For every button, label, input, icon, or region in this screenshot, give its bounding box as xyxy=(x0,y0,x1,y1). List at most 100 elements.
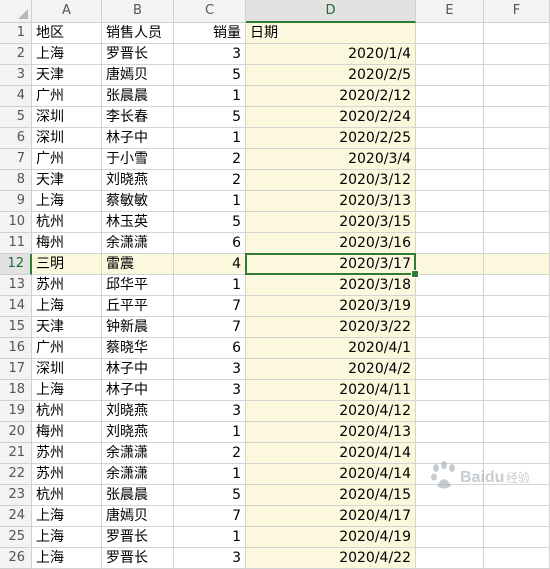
cell-a3[interactable]: 天津 xyxy=(32,65,102,86)
column-header-a[interactable]: A xyxy=(32,0,102,23)
cell-f12[interactable] xyxy=(484,254,550,275)
cell-d22[interactable]: 2020/4/14 xyxy=(246,464,416,485)
cell-f20[interactable] xyxy=(484,422,550,443)
cell-b12[interactable]: 雷震 xyxy=(102,254,174,275)
cell-d6[interactable]: 2020/2/25 xyxy=(246,128,416,149)
row-header[interactable]: 2 xyxy=(0,44,32,65)
row-header[interactable]: 15 xyxy=(0,317,32,338)
row-header[interactable]: 13 xyxy=(0,275,32,296)
row-header[interactable]: 3 xyxy=(0,65,32,86)
cell-c25[interactable]: 1 xyxy=(174,527,246,548)
cell-b6[interactable]: 林子中 xyxy=(102,128,174,149)
column-header-e[interactable]: E xyxy=(416,0,484,23)
cell-b1[interactable]: 销售人员 xyxy=(102,23,174,44)
cell-d4[interactable]: 2020/2/12 xyxy=(246,86,416,107)
row-header[interactable]: 21 xyxy=(0,443,32,464)
row-header[interactable]: 11 xyxy=(0,233,32,254)
cell-f17[interactable] xyxy=(484,359,550,380)
cell-b23[interactable]: 张晨晨 xyxy=(102,485,174,506)
fill-handle[interactable] xyxy=(411,270,419,278)
cell-f26[interactable] xyxy=(484,548,550,569)
cell-c23[interactable]: 5 xyxy=(174,485,246,506)
row-header[interactable]: 14 xyxy=(0,296,32,317)
cell-f13[interactable] xyxy=(484,275,550,296)
cell-d1[interactable]: 日期 xyxy=(246,23,416,44)
cell-b11[interactable]: 余潇潇 xyxy=(102,233,174,254)
cell-a23[interactable]: 杭州 xyxy=(32,485,102,506)
cell-b4[interactable]: 张晨晨 xyxy=(102,86,174,107)
cell-e6[interactable] xyxy=(416,128,484,149)
cell-c11[interactable]: 6 xyxy=(174,233,246,254)
cell-f18[interactable] xyxy=(484,380,550,401)
cell-b24[interactable]: 唐嫣贝 xyxy=(102,506,174,527)
cell-d17[interactable]: 2020/4/2 xyxy=(246,359,416,380)
cell-a18[interactable]: 上海 xyxy=(32,380,102,401)
cell-a1[interactable]: 地区 xyxy=(32,23,102,44)
cell-b3[interactable]: 唐嫣贝 xyxy=(102,65,174,86)
cell-e12[interactable] xyxy=(416,254,484,275)
cell-d16[interactable]: 2020/4/1 xyxy=(246,338,416,359)
cell-b16[interactable]: 蔡晓华 xyxy=(102,338,174,359)
cell-f10[interactable] xyxy=(484,212,550,233)
cell-b13[interactable]: 邱华平 xyxy=(102,275,174,296)
cell-f3[interactable] xyxy=(484,65,550,86)
cell-e18[interactable] xyxy=(416,380,484,401)
cell-c21[interactable]: 2 xyxy=(174,443,246,464)
cell-e5[interactable] xyxy=(416,107,484,128)
row-header[interactable]: 20 xyxy=(0,422,32,443)
cell-f11[interactable] xyxy=(484,233,550,254)
cell-d25[interactable]: 2020/4/19 xyxy=(246,527,416,548)
cell-e13[interactable] xyxy=(416,275,484,296)
cell-a19[interactable]: 杭州 xyxy=(32,401,102,422)
cell-d15[interactable]: 2020/3/22 xyxy=(246,317,416,338)
cell-c22[interactable]: 1 xyxy=(174,464,246,485)
cell-e10[interactable] xyxy=(416,212,484,233)
cell-b17[interactable]: 林子中 xyxy=(102,359,174,380)
cell-c3[interactable]: 5 xyxy=(174,65,246,86)
cell-c7[interactable]: 2 xyxy=(174,149,246,170)
cell-c1[interactable]: 销量 xyxy=(174,23,246,44)
cell-f24[interactable] xyxy=(484,506,550,527)
cell-a14[interactable]: 上海 xyxy=(32,296,102,317)
cell-e11[interactable] xyxy=(416,233,484,254)
cell-d20[interactable]: 2020/4/13 xyxy=(246,422,416,443)
cell-c12[interactable]: 4 xyxy=(174,254,246,275)
cell-d9[interactable]: 2020/3/13 xyxy=(246,191,416,212)
row-header[interactable]: 17 xyxy=(0,359,32,380)
cell-a24[interactable]: 上海 xyxy=(32,506,102,527)
row-header[interactable]: 7 xyxy=(0,149,32,170)
cell-b15[interactable]: 钟新晨 xyxy=(102,317,174,338)
cell-b2[interactable]: 罗晋长 xyxy=(102,44,174,65)
row-header[interactable]: 9 xyxy=(0,191,32,212)
row-header[interactable]: 4 xyxy=(0,86,32,107)
row-header[interactable]: 5 xyxy=(0,107,32,128)
cell-e4[interactable] xyxy=(416,86,484,107)
cell-f7[interactable] xyxy=(484,149,550,170)
cell-c4[interactable]: 1 xyxy=(174,86,246,107)
column-header-d[interactable]: D xyxy=(246,0,416,23)
cell-c18[interactable]: 3 xyxy=(174,380,246,401)
cell-a13[interactable]: 苏州 xyxy=(32,275,102,296)
cell-d19[interactable]: 2020/4/12 xyxy=(246,401,416,422)
cell-d12[interactable]: 2020/3/17 xyxy=(246,254,416,275)
cell-a20[interactable]: 梅州 xyxy=(32,422,102,443)
row-header[interactable]: 1 xyxy=(0,23,32,44)
cell-b8[interactable]: 刘晓燕 xyxy=(102,170,174,191)
cell-c10[interactable]: 5 xyxy=(174,212,246,233)
cell-f6[interactable] xyxy=(484,128,550,149)
cell-a5[interactable]: 深圳 xyxy=(32,107,102,128)
cell-e9[interactable] xyxy=(416,191,484,212)
row-header[interactable]: 26 xyxy=(0,548,32,569)
row-header[interactable]: 23 xyxy=(0,485,32,506)
cell-b20[interactable]: 刘晓燕 xyxy=(102,422,174,443)
cell-f4[interactable] xyxy=(484,86,550,107)
cell-e24[interactable] xyxy=(416,506,484,527)
cell-a6[interactable]: 深圳 xyxy=(32,128,102,149)
cell-d24[interactable]: 2020/4/17 xyxy=(246,506,416,527)
cell-c13[interactable]: 1 xyxy=(174,275,246,296)
row-header[interactable]: 18 xyxy=(0,380,32,401)
cell-a26[interactable]: 上海 xyxy=(32,548,102,569)
cell-b25[interactable]: 罗晋长 xyxy=(102,527,174,548)
cell-f9[interactable] xyxy=(484,191,550,212)
cell-d2[interactable]: 2020/1/4 xyxy=(246,44,416,65)
